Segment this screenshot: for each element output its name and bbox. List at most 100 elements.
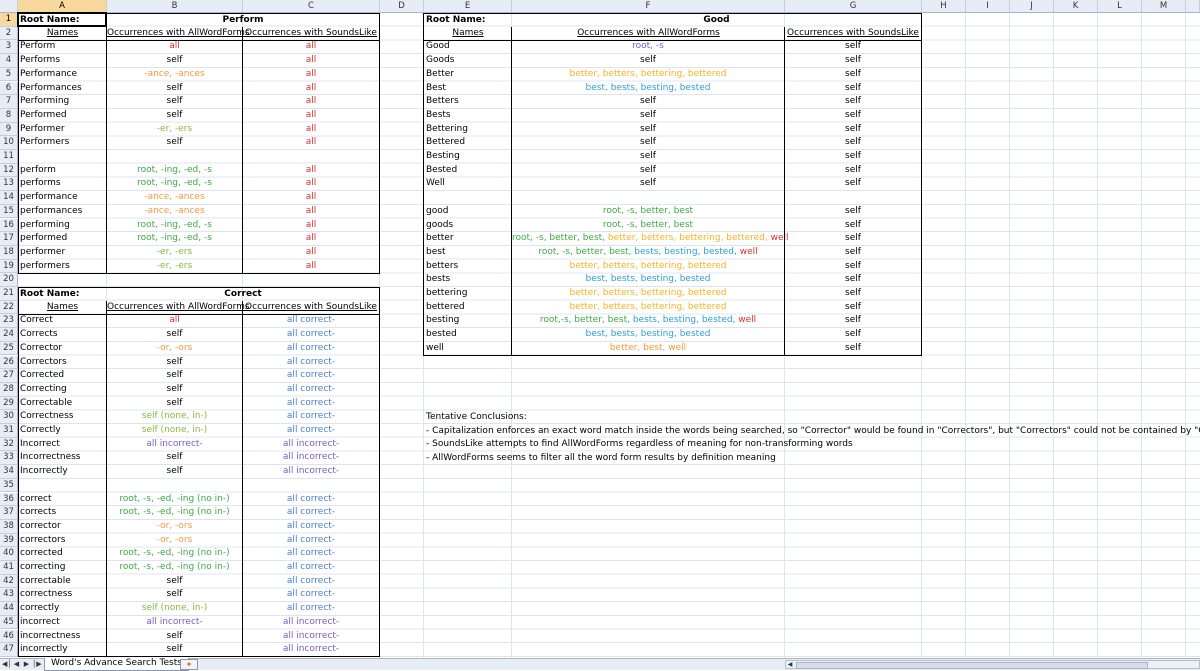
good-soundslike-cell[interactable]: self: [785, 314, 921, 328]
good-name-cell[interactable]: Bettering: [425, 123, 512, 137]
good-soundslike-cell[interactable]: self: [785, 54, 921, 68]
good-allwordforms-cell[interactable]: self: [512, 177, 784, 191]
row-header[interactable]: 35: [0, 478, 18, 493]
row-header[interactable]: 33: [0, 451, 18, 466]
correct-allwordforms-cell[interactable]: all incorrect-: [107, 438, 242, 452]
row-header[interactable]: 5: [0, 67, 18, 82]
good-name-cell[interactable]: better: [425, 232, 512, 246]
correct-name-cell[interactable]: Incorrect: [19, 438, 107, 452]
good-names-header[interactable]: Names: [424, 27, 512, 41]
correct-allwordforms-cell[interactable]: self: [107, 451, 242, 465]
perform-soundslike-cell[interactable]: all: [243, 164, 379, 178]
correct-allwordforms-cell[interactable]: self: [107, 328, 242, 342]
perform-allwordforms-cell[interactable]: root, -ing, -ed, -s: [107, 219, 242, 233]
correct-allwordforms-cell[interactable]: self: [107, 643, 242, 657]
good-allwordforms-cell[interactable]: root, -s, better, best: [512, 205, 784, 219]
correct-allwordforms-cell[interactable]: root, -s, -ed, -ing (no in-): [107, 506, 242, 520]
correct-allwordforms-cell[interactable]: all incorrect-: [107, 616, 242, 630]
perform-allwordforms-cell[interactable]: -ance, -ances: [107, 191, 242, 205]
perform-name-cell[interactable]: Performed: [19, 109, 107, 123]
perform-soundslike-cell[interactable]: all: [243, 177, 379, 191]
good-soundslike-cell[interactable]: self: [785, 232, 921, 246]
good-allwordforms-cell[interactable]: better, best, well: [512, 342, 784, 356]
good-name-cell[interactable]: good: [425, 205, 512, 219]
good-allwordforms-cell[interactable]: best, bests, besting, bested: [512, 273, 784, 287]
correct-name-cell[interactable]: correctable: [19, 575, 107, 589]
correct-allwordforms-cell[interactable]: self (none, in-): [107, 424, 242, 438]
perform-name-cell[interactable]: Performs: [19, 54, 107, 68]
correct-soundslike-cell[interactable]: all correct-: [243, 328, 379, 342]
perform-soundslike-cell[interactable]: all: [243, 136, 379, 150]
good-allwordforms-cell[interactable]: root, -s, better, best: [512, 219, 784, 233]
perform-soundslike-cell[interactable]: all: [243, 68, 379, 82]
first-sheet-icon[interactable]: ◀│: [2, 659, 12, 670]
column-header-h[interactable]: H: [922, 0, 966, 13]
good-allwordforms-cell[interactable]: self: [512, 54, 784, 68]
perform-soundslike-cell[interactable]: all: [243, 54, 379, 68]
good-allwordforms-cell[interactable]: self: [512, 150, 784, 164]
correct-name-cell[interactable]: correctors: [19, 534, 107, 548]
row-header[interactable]: 45: [0, 615, 18, 630]
good-soundslike-cell[interactable]: self: [785, 273, 921, 287]
good-soundslike-cell[interactable]: self: [785, 82, 921, 96]
good-name-cell[interactable]: bettering: [425, 287, 512, 301]
perform-name-cell[interactable]: performs: [19, 177, 107, 191]
good-soundslike-cell[interactable]: self: [785, 205, 921, 219]
correct-allwordforms-cell[interactable]: root, -s, -ed, -ing (no in-): [107, 493, 242, 507]
row-header[interactable]: 2: [0, 26, 18, 41]
good-soundslike-cell[interactable]: self: [785, 177, 921, 191]
correct-allwordforms-cell[interactable]: self: [107, 397, 242, 411]
good-soundslike-cell[interactable]: self: [785, 246, 921, 260]
correct-name-cell[interactable]: correct: [19, 493, 107, 507]
row-header[interactable]: 26: [0, 355, 18, 370]
correct-name-cell[interactable]: Correctness: [19, 410, 107, 424]
row-header[interactable]: 37: [0, 506, 18, 520]
correct-soundslike-cell[interactable]: all correct-: [243, 356, 379, 370]
correct-name-cell[interactable]: incorrectness: [19, 630, 107, 644]
perform-allwordforms-cell[interactable]: root, -ing, -ed, -s: [107, 232, 242, 246]
perform-soundslike-cell[interactable]: all: [243, 232, 379, 246]
good-allwordforms-cell[interactable]: best, bests, besting, bested: [512, 328, 784, 342]
row-header[interactable]: 46: [0, 629, 18, 644]
good-name-cell[interactable]: Best: [425, 82, 512, 96]
column-header-d[interactable]: D: [380, 0, 424, 13]
perform-allwordforms-cell[interactable]: -ance, -ances: [107, 68, 242, 82]
perform-soundslike-cell[interactable]: all: [243, 260, 379, 274]
row-header[interactable]: 25: [0, 341, 18, 356]
correct-allwordforms-cell[interactable]: root, -s, -ed, -ing (no in-): [107, 561, 242, 575]
correct-allwordforms-cell[interactable]: -or, -ors: [107, 342, 242, 356]
correct-name-cell[interactable]: corrector: [19, 520, 107, 534]
correct-allwordforms-cell[interactable]: self: [107, 356, 242, 370]
perform-allwordforms-cell[interactable]: self: [107, 54, 242, 68]
perform-name-cell[interactable]: Performer: [19, 123, 107, 137]
column-header-c[interactable]: C: [243, 0, 380, 13]
row-header[interactable]: 4: [0, 54, 18, 68]
good-name-cell[interactable]: best: [425, 246, 512, 260]
correct-name-cell[interactable]: Correcting: [19, 383, 107, 397]
perform-name-cell[interactable]: Performance: [19, 68, 107, 82]
row-header[interactable]: 36: [0, 492, 18, 507]
perform-soundslike-cell[interactable]: all: [243, 40, 379, 54]
row-header[interactable]: 11: [0, 150, 18, 164]
row-header[interactable]: 13: [0, 177, 18, 192]
correct-name-cell[interactable]: correctness: [19, 588, 107, 602]
good-name-cell[interactable]: Bested: [425, 164, 512, 178]
conclusions-title[interactable]: Tentative Conclusions:: [425, 411, 527, 425]
good-allwordforms-cell[interactable]: root, -s: [512, 40, 784, 54]
row-header[interactable]: 43: [0, 588, 18, 603]
column-header-k[interactable]: K: [1054, 0, 1098, 13]
correct-name-cell[interactable]: Correctly: [19, 424, 107, 438]
correct-allwordforms-cell[interactable]: self: [107, 369, 242, 383]
column-header-i[interactable]: I: [966, 0, 1010, 13]
correct-names-header[interactable]: Names: [18, 301, 107, 315]
row-header[interactable]: 28: [0, 382, 18, 397]
correct-soundslike-cell[interactable]: all correct-: [243, 602, 379, 616]
prev-sheet-icon[interactable]: ◀: [12, 659, 21, 670]
good-allwordforms-cell[interactable]: self: [512, 164, 784, 178]
correct-allwordforms-cell[interactable]: self: [107, 383, 242, 397]
good-allwordforms-cell[interactable]: better, betters, bettering, bettered: [512, 301, 784, 315]
perform-name-cell[interactable]: perform: [19, 164, 107, 178]
correct-allwordforms-cell[interactable]: -or, -ors: [107, 534, 242, 548]
correct-soundslike-cell[interactable]: all correct-: [243, 424, 379, 438]
correct-soundslike-cell[interactable]: all correct-: [243, 520, 379, 534]
